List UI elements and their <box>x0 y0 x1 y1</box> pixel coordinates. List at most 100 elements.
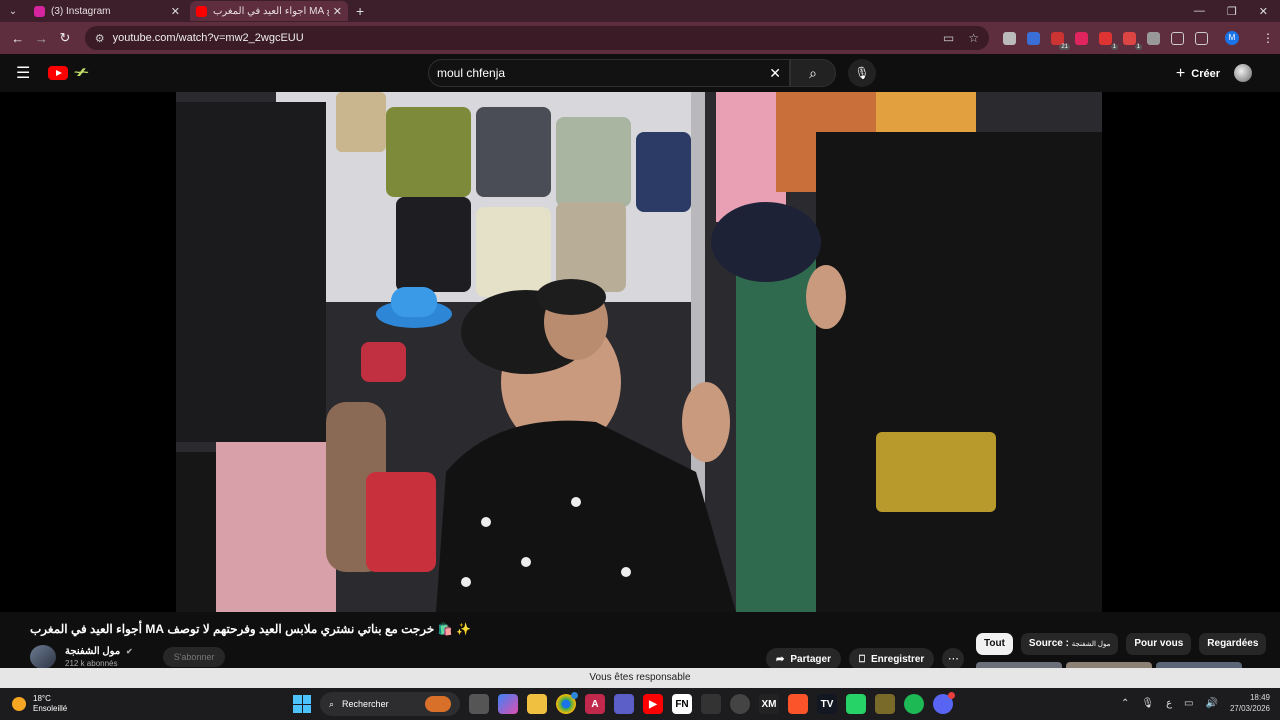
plus-icon: + <box>1175 65 1186 82</box>
tradingview-icon[interactable]: TV <box>817 694 837 714</box>
create-label: Créer <box>1191 68 1220 80</box>
video-meta-section: ✨ 🛍️ خرجت مع بناتي نشتري ملابس العيد وفر… <box>0 612 1280 670</box>
save-label: Enregistrer <box>870 653 925 665</box>
file-explorer-icon[interactable] <box>527 694 547 714</box>
save-button[interactable]: ⎕ Enregistrer <box>848 648 935 670</box>
notification-dot <box>948 692 955 699</box>
chip-all[interactable]: Tout <box>976 633 1013 655</box>
system-tray: ⌃ 🎙 ع ▭ 🔊 18:49 27/03/2026 <box>1121 692 1270 714</box>
tab-title: (3) Instagram <box>51 5 111 17</box>
network-icon[interactable]: ▭ <box>1184 698 1193 709</box>
puzzle-icon[interactable] <box>1171 31 1184 45</box>
obs-icon[interactable] <box>730 694 750 714</box>
forward-icon[interactable]: → <box>30 31 54 46</box>
tab-instagram[interactable]: (3) Instagram ✕ <box>28 1 186 21</box>
tab-search-icon[interactable]: ⌄ <box>2 1 24 21</box>
taskbar-search[interactable]: ⌕ Rechercher <box>320 692 460 716</box>
discord-icon[interactable] <box>933 692 955 714</box>
video-player[interactable] <box>0 92 1280 612</box>
youtube-app-icon[interactable]: ▶ <box>643 694 663 714</box>
search-icon: ⌕ <box>329 698 335 709</box>
search-icon: ⌕ <box>809 65 817 81</box>
url-text: youtube.com/watch?v=mw2_2wgcEUU <box>112 32 304 44</box>
recommendation-chips: Tout Source : مول الشفنجة Pour vous Rega… <box>976 633 1267 655</box>
save-playlist-icon: ⎕ <box>858 653 865 665</box>
close-tab-icon[interactable]: ✕ <box>171 5 180 18</box>
task-view-icon[interactable] <box>469 694 489 714</box>
microphone-icon[interactable]: 🎙 <box>1141 698 1154 709</box>
extension-icon[interactable] <box>1147 31 1160 45</box>
adobe-icon[interactable]: A <box>585 694 605 714</box>
browser-menu-icon[interactable]: ⋮ <box>1262 31 1274 45</box>
cast-icon[interactable]: ▭ <box>943 31 954 45</box>
volume-icon[interactable]: 🔊 <box>1206 698 1218 709</box>
extension-icon[interactable] <box>1003 31 1016 45</box>
youtube-doodle-logo: ~∕∕∕~ <box>74 67 88 79</box>
window-controls: — ❐ ✕ <box>1194 5 1280 18</box>
copilot-icon[interactable] <box>498 694 518 714</box>
share-button[interactable]: ➦ Partager <box>766 648 841 670</box>
reading-list-icon[interactable] <box>1195 31 1208 45</box>
address-bar[interactable]: ⚙ youtube.com/watch?v=mw2_2wgcEUU ▭ ☆ <box>84 26 989 50</box>
shield-app-icon[interactable] <box>875 694 895 714</box>
bookmark-star-icon[interactable]: ☆ <box>968 31 979 45</box>
new-tab-button[interactable]: + <box>356 3 364 19</box>
windows-start-icon[interactable] <box>293 695 311 713</box>
weather-widget[interactable]: 18°C Ensoleillé <box>12 694 67 714</box>
extension-icon[interactable] <box>1027 31 1040 45</box>
menu-icon[interactable]: ☰ <box>16 63 36 83</box>
video-frame[interactable] <box>176 92 1102 612</box>
clear-search-icon[interactable]: ✕ <box>769 65 781 82</box>
youtube-play-icon <box>48 66 68 80</box>
language-indicator[interactable]: ع <box>1166 698 1172 709</box>
subscribe-button[interactable]: S'abonner <box>162 647 226 667</box>
channel-name[interactable]: مول الشفنجة <box>65 646 120 657</box>
whatsapp-icon[interactable] <box>846 694 866 714</box>
close-window-icon[interactable]: ✕ <box>1259 5 1268 18</box>
chip-watched[interactable]: Regardées <box>1199 633 1267 655</box>
minimize-icon[interactable]: — <box>1194 5 1205 18</box>
voice-search-button[interactable]: 🎙 <box>848 59 876 87</box>
tab-title: أجواء العيد في المغرب MA خ... <box>213 5 329 17</box>
search-button[interactable]: ⌕ <box>790 59 836 87</box>
close-tab-icon[interactable]: ✕ <box>333 5 342 18</box>
site-info-icon[interactable]: ⚙ <box>95 32 105 45</box>
taskbar-search-label: Rechercher <box>342 699 389 709</box>
clock[interactable]: 18:49 27/03/2026 <box>1230 692 1270 714</box>
subscriber-count: 212 k abonnés <box>65 659 118 668</box>
extension-badge: 1 <box>1110 43 1118 50</box>
notification-dot <box>571 692 578 699</box>
search-area: moul chfenja ✕ ⌕ 🎙 <box>428 59 876 87</box>
brave-icon[interactable] <box>788 694 808 714</box>
chevron-up-icon[interactable]: ⌃ <box>1121 698 1129 709</box>
back-icon[interactable]: ← <box>6 31 30 46</box>
extension-icon[interactable]: 1 <box>1099 31 1118 50</box>
extension-icon[interactable]: 21 <box>1051 31 1070 50</box>
chip-source[interactable]: Source : مول الشفنجة <box>1020 633 1119 655</box>
channel-avatar[interactable] <box>30 645 56 669</box>
create-button[interactable]: + Créer <box>1176 65 1220 83</box>
xm-app-icon[interactable]: XM <box>759 694 779 714</box>
search-input[interactable]: moul chfenja ✕ <box>428 59 790 87</box>
profile-avatar[interactable]: M <box>1225 31 1239 45</box>
youtube-logo[interactable]: ~∕∕∕~ <box>48 66 88 80</box>
fn-app-icon[interactable]: FN <box>672 694 692 714</box>
microphone-icon: 🎙 <box>854 66 870 80</box>
tab-youtube[interactable]: أجواء العيد في المغرب MA خ... ✕ <box>190 1 348 21</box>
extension-icon[interactable] <box>1075 31 1088 45</box>
game-app-icon[interactable] <box>701 694 721 714</box>
chip-for-you[interactable]: Pour vous <box>1126 633 1192 655</box>
teams-icon[interactable] <box>614 694 634 714</box>
more-actions-icon[interactable]: ⋯ <box>942 648 965 670</box>
notification-toast: Vous êtes responsable <box>0 668 1280 688</box>
extension-icon[interactable]: 1 <box>1123 31 1142 50</box>
maximize-icon[interactable]: ❐ <box>1227 5 1237 18</box>
browser-toolbar: ← → ↻ ⚙ youtube.com/watch?v=mw2_2wgcEUU … <box>0 22 1280 54</box>
spotify-icon[interactable] <box>904 694 924 714</box>
account-avatar[interactable] <box>1234 64 1252 82</box>
chrome-icon[interactable] <box>556 692 578 714</box>
instagram-icon <box>34 5 45 17</box>
reload-icon[interactable]: ↻ <box>53 30 77 46</box>
share-label: Partager <box>790 653 831 665</box>
channel-row: مول الشفنجة ✔ 212 k abonnés S'abonner <box>30 645 226 669</box>
